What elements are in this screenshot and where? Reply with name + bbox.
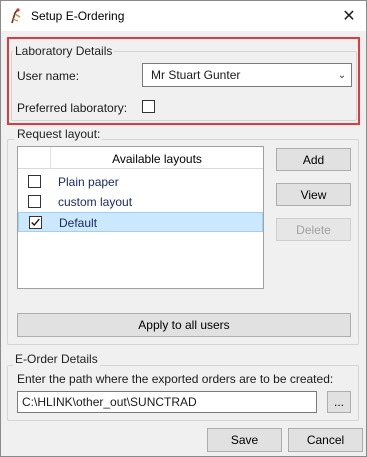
close-button[interactable]: ✕ [332,1,366,31]
checkmark-icon [31,218,40,227]
layout-label: Default [59,216,98,230]
path-instruction-text: Enter the path where the exported orders… [17,372,334,386]
layout-checkbox[interactable] [28,195,41,208]
list-item-custom-layout[interactable]: custom layout [18,192,263,212]
list-header: Available layouts [18,147,263,169]
view-button[interactable]: View [276,183,351,206]
browse-button[interactable]: ... [327,391,351,413]
cancel-button[interactable]: Cancel [288,428,363,452]
setup-e-ordering-dialog: Setup E-Ordering ✕ Laboratory Details Us… [0,0,367,457]
export-path-input[interactable]: C:\HLINK\other_out\SUNCTRAD [17,391,317,413]
list-item-default[interactable]: Default [18,212,263,232]
layout-label: Plain paper [58,175,119,189]
available-layouts-list[interactable]: Available layouts Plain paper custom lay… [17,146,264,289]
e-order-details-title: E-Order Details [13,352,100,366]
delete-button[interactable]: Delete [276,218,351,241]
layout-checkbox-checked[interactable] [29,216,42,229]
request-layout-title: Request layout: [15,127,103,141]
layout-checkbox[interactable] [28,175,41,188]
title-bar: Setup E-Ordering ✕ [1,1,366,31]
app-icon [11,8,21,24]
available-layouts-header: Available layouts [112,152,202,166]
save-button[interactable]: Save [207,428,282,452]
close-icon: ✕ [342,8,356,25]
list-item-plain-paper[interactable]: Plain paper [18,172,263,192]
add-button[interactable]: Add [276,148,351,171]
layout-label: custom layout [58,195,133,209]
window-title: Setup E-Ordering [31,9,125,23]
apply-to-all-users-button[interactable]: Apply to all users [17,313,351,337]
highlight-box [7,37,360,125]
